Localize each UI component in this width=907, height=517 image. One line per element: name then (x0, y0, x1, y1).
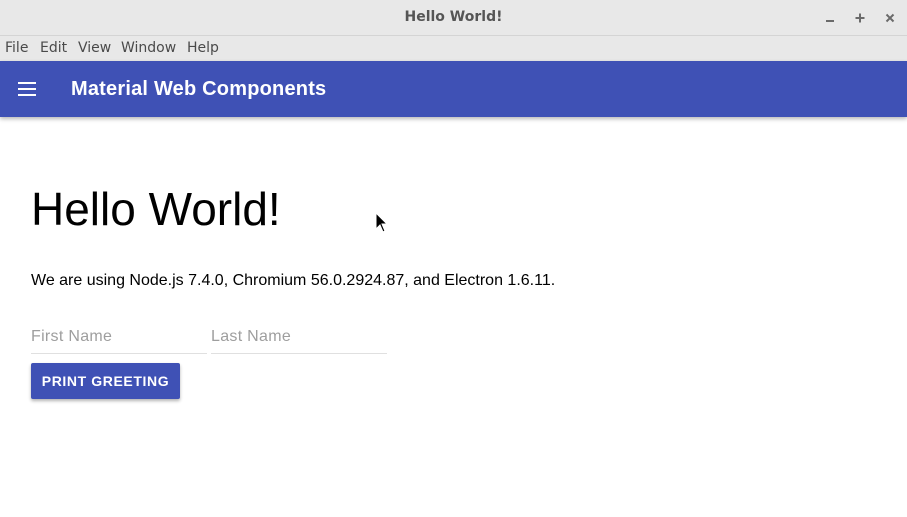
top-app-bar: Material Web Components (0, 61, 907, 117)
mouse-pointer-icon (375, 211, 389, 234)
window-titlebar[interactable]: Hello World! (0, 0, 907, 36)
close-icon[interactable] (880, 8, 900, 28)
print-greeting-button[interactable]: PRINT GREETING (31, 363, 180, 399)
window-title: Hello World! (404, 9, 503, 25)
version-info-text: We are using Node.js 7.4.0, Chromium 56.… (31, 272, 556, 289)
menu-file[interactable]: File (5, 40, 28, 56)
last-name-input[interactable] (211, 320, 387, 354)
app-bar-title: Material Web Components (71, 78, 327, 100)
menu-help[interactable]: Help (187, 40, 219, 56)
menu-view[interactable]: View (78, 40, 111, 56)
maximize-icon[interactable] (850, 8, 870, 28)
menu-bar: File Edit View Window Help (0, 36, 907, 61)
minimize-icon[interactable] (820, 8, 840, 28)
app-window: Hello World! File Edit View Window Help … (0, 0, 907, 517)
hamburger-menu-icon[interactable] (17, 79, 37, 99)
menu-window[interactable]: Window (121, 40, 176, 56)
page-heading: Hello World! (31, 183, 281, 235)
first-name-input[interactable] (31, 320, 207, 354)
menu-edit[interactable]: Edit (40, 40, 67, 56)
